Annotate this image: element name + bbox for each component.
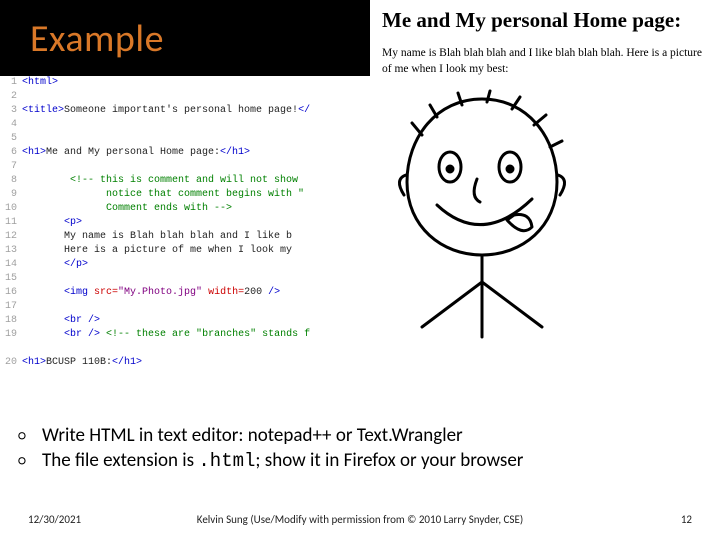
bullet-list: ○Write HTML in text editor: notepad++ or… — [18, 424, 703, 474]
bullet-item: ○The file extension is .html; show it in… — [18, 449, 703, 472]
stick-figure-drawing — [382, 87, 582, 347]
footer-page-number: 12 — [681, 513, 692, 526]
slide-title: Example — [0, 0, 370, 76]
preview-heading: Me and My personal Home page: — [382, 8, 710, 32]
preview-paragraph: My name is Blah blah blah and I like bla… — [382, 46, 710, 77]
browser-preview: Me and My personal Home page: My name is… — [374, 0, 720, 420]
code-editor-screenshot: 1<html>23<title>Someone important's pers… — [0, 76, 372, 421]
footer-attribution: Kelvin Sung (Use/Modify with permission … — [0, 513, 720, 526]
bullet-item: ○Write HTML in text editor: notepad++ or… — [18, 424, 703, 447]
